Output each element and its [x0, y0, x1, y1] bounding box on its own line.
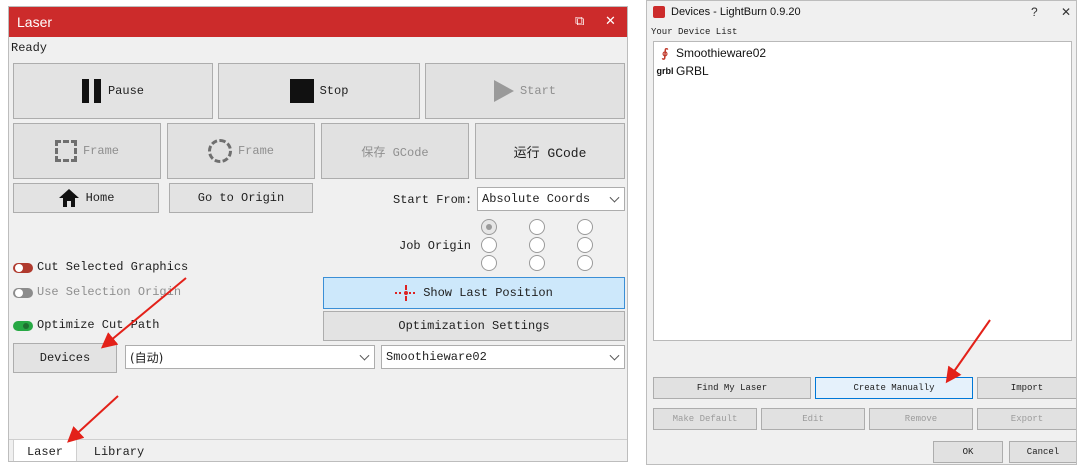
laser-panel: Laser ⧉ ✕ Ready Pause Stop Start Frame F…: [8, 6, 628, 462]
device-select[interactable]: Smoothieware02: [381, 345, 625, 369]
job-origin-top-center[interactable]: [529, 219, 545, 235]
save-gcode-button[interactable]: 保存 GCode: [321, 123, 469, 179]
device-list[interactable]: ∮ Smoothieware02 grbl GRBL: [653, 41, 1072, 341]
cut-selected-toggle[interactable]: [13, 263, 33, 273]
cut-selected-label: Cut Selected Graphics: [37, 260, 189, 274]
help-icon[interactable]: ?: [1031, 5, 1038, 19]
frame-rect-button[interactable]: Frame: [13, 123, 161, 179]
pause-button[interactable]: Pause: [13, 63, 213, 119]
remove-button[interactable]: Remove: [869, 408, 973, 430]
frame-circle-label: Frame: [237, 144, 274, 158]
pause-icon: [81, 79, 102, 103]
device-select-value: Smoothieware02: [386, 350, 487, 364]
job-origin-bottom-left[interactable]: [481, 255, 497, 271]
use-selection-origin-toggle[interactable]: [13, 288, 33, 298]
devices-dialog-title: Devices - LightBurn 0.9.20: [671, 6, 801, 18]
frame-circle-icon: [207, 139, 232, 163]
start-from-select[interactable]: Absolute Coords: [477, 187, 625, 211]
port-select-value: (自动): [130, 350, 164, 365]
optimize-cut-path-label: Optimize Cut Path: [37, 318, 160, 332]
home-button[interactable]: Home: [13, 183, 159, 213]
chevron-down-icon: [359, 350, 370, 361]
show-last-position-button[interactable]: Show Last Position: [323, 277, 625, 309]
devices-button[interactable]: Devices: [13, 343, 117, 373]
devices-dialog: Devices - LightBurn 0.9.20 ? ✕ Your Devi…: [646, 0, 1077, 465]
export-button[interactable]: Export: [977, 408, 1076, 430]
tab-laser[interactable]: Laser: [13, 440, 77, 461]
show-last-position-label: Show Last Position: [423, 286, 553, 300]
find-my-laser-button[interactable]: Find My Laser: [653, 377, 811, 399]
port-select[interactable]: (自动): [125, 345, 375, 369]
start-from-label: Start From:: [393, 193, 473, 207]
start-button[interactable]: Start: [425, 63, 625, 119]
list-item[interactable]: ∮ Smoothieware02: [654, 44, 766, 62]
job-origin-middle-left[interactable]: [481, 237, 497, 253]
device-name: Smoothieware02: [676, 46, 767, 60]
go-to-origin-button[interactable]: Go to Origin: [169, 183, 313, 213]
home-label: Home: [85, 191, 115, 205]
frame-rect-label: Frame: [82, 144, 119, 158]
job-origin-label: Job Origin: [399, 239, 472, 253]
crosshair-icon: [395, 285, 418, 301]
job-origin-center[interactable]: [529, 237, 545, 253]
job-origin-bottom-right[interactable]: [577, 255, 593, 271]
device-list-label: Your Device List: [651, 27, 738, 37]
laser-title: Laser: [17, 14, 53, 30]
smoothie-icon: ∮: [661, 46, 669, 60]
list-item[interactable]: grbl GRBL: [654, 62, 709, 80]
close-icon[interactable]: ✕: [605, 13, 616, 29]
optimization-settings-button[interactable]: Optimization Settings: [323, 311, 625, 341]
pause-label: Pause: [107, 84, 144, 98]
job-origin-top-left[interactable]: [481, 219, 497, 235]
play-icon: [493, 80, 514, 102]
frame-circle-button[interactable]: Frame: [167, 123, 315, 179]
job-origin-middle-right[interactable]: [577, 237, 593, 253]
import-button[interactable]: Import: [977, 377, 1076, 399]
create-manually-button[interactable]: Create Manually: [815, 377, 973, 399]
float-window-icon[interactable]: ⧉: [575, 13, 584, 29]
stop-label: Stop: [319, 84, 349, 98]
ok-button[interactable]: OK: [933, 441, 1003, 463]
laser-titlebar: Laser ⧉ ✕: [9, 7, 627, 37]
bottom-tab-bar: Laser Library: [9, 439, 627, 461]
lightburn-logo-icon: [653, 6, 665, 18]
chevron-down-icon: [609, 350, 620, 361]
stop-icon: [289, 79, 314, 103]
tab-library[interactable]: Library: [81, 440, 157, 461]
frame-rect-icon: [54, 140, 77, 162]
optimize-cut-path-toggle[interactable]: [13, 321, 33, 331]
chevron-down-icon: [609, 192, 620, 203]
home-icon: [58, 188, 80, 208]
cancel-button[interactable]: Cancel: [1009, 441, 1076, 463]
make-default-button[interactable]: Make Default: [653, 408, 757, 430]
use-selection-origin-label: Use Selection Origin: [37, 285, 182, 299]
job-origin-bottom-center[interactable]: [529, 255, 545, 271]
stop-button[interactable]: Stop: [218, 63, 420, 119]
start-label: Start: [519, 84, 556, 98]
status-text: Ready: [11, 41, 48, 55]
run-gcode-button[interactable]: 运行 GCode: [475, 123, 625, 179]
edit-button[interactable]: Edit: [761, 408, 865, 430]
start-from-value: Absolute Coords: [482, 192, 591, 206]
device-name: GRBL: [676, 64, 709, 78]
grbl-icon: grbl: [656, 66, 674, 76]
close-icon[interactable]: ✕: [1061, 5, 1071, 19]
job-origin-top-right[interactable]: [577, 219, 593, 235]
